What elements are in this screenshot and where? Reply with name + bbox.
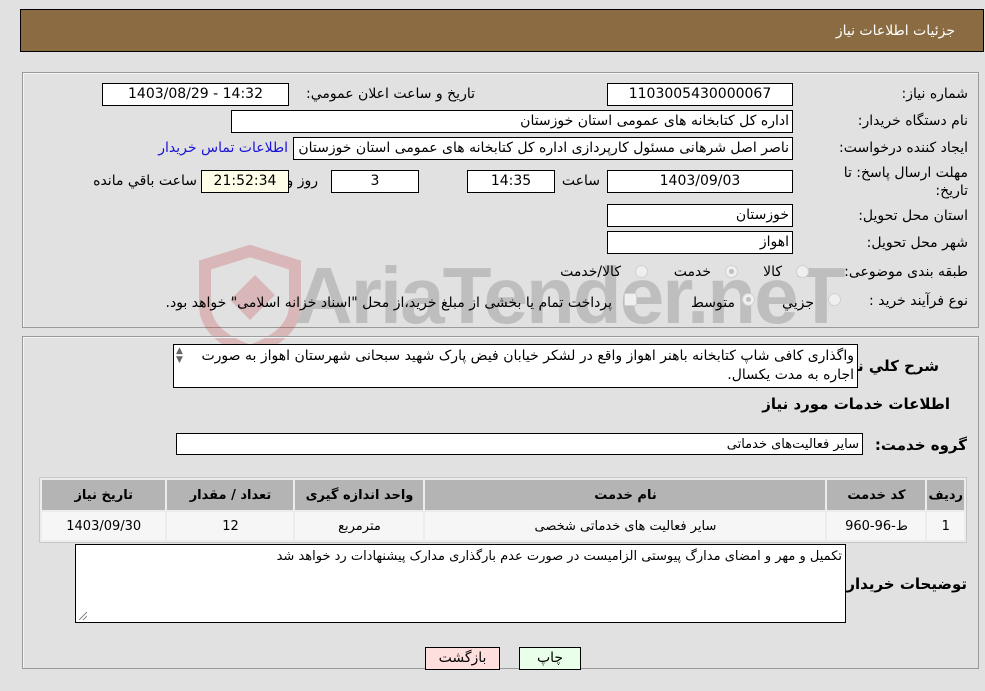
print-button[interactable]: چاپ <box>519 647 581 670</box>
cell-service-code: ط-96-960 <box>827 512 926 540</box>
buyer-notes-label: توضیحات خریدار: <box>840 575 967 593</box>
table-row: 1 ط-96-960 سایر فعالیت های خدماتی شخصی م… <box>42 512 964 540</box>
buyer-notes-text: تکمیل و مهر و امضای مدارگ پیوستی الزامیس… <box>276 549 842 564</box>
resize-handle-icon[interactable] <box>79 612 87 620</box>
cell-row-number: 1 <box>927 512 964 540</box>
deadline-time-label: ساعت <box>561 173 600 189</box>
need-number-field: 1103005430000067 <box>607 83 793 106</box>
category-radio-service[interactable] <box>725 265 738 278</box>
city-label: شهر محل تحویل: <box>866 235 968 251</box>
city-field: اهواز <box>607 231 793 254</box>
remaining-time-field: 21:52:34 <box>201 170 289 193</box>
back-button[interactable]: بازگشت <box>425 647 500 670</box>
category-label: طبقه بندی موضوعی: <box>844 264 968 280</box>
col-header-row-number: ردیف <box>927 480 964 510</box>
col-header-service-name: نام خدمت <box>425 480 826 510</box>
requester-field: ناصر اصل شرهانی مسئول کارپردازی اداره کل… <box>293 137 793 160</box>
service-group-field: سایر فعالیت‌های خدماتی <box>176 433 863 455</box>
buyer-notes-textarea[interactable]: تکمیل و مهر و امضای مدارگ پیوستی الزامیس… <box>75 544 846 623</box>
requester-label: ایجاد کننده درخواست: <box>839 140 968 156</box>
services-table: ردیف کد خدمت نام خدمت واحد اندازه گیری ت… <box>39 477 967 543</box>
remaining-label: ساعت باقي مانده <box>93 173 197 189</box>
cell-unit: مترمربع <box>295 512 424 540</box>
textarea-scroll-arrows[interactable]: ▲ ▼ <box>176 347 183 365</box>
category-option-goods-service: کالا/خدمت <box>560 264 621 280</box>
col-header-service-code: کد خدمت <box>827 480 926 510</box>
category-radio-goods[interactable] <box>796 265 809 278</box>
announce-datetime-field: 1403/08/29 - 14:32 <box>102 83 289 106</box>
buyer-org-label: نام دستگاه خریدار: <box>857 113 968 129</box>
treasury-note: پرداخت تمام یا بخشی از مبلغ خرید،از محل … <box>165 295 612 311</box>
province-label: استان محل تحویل: <box>858 208 968 224</box>
purchase-type-label: نوع فرآیند خرید : <box>869 293 968 309</box>
deadline-label: مهلت ارسال پاسخ: تا تاریخ: <box>843 165 968 199</box>
province-field: خوزستان <box>607 204 793 227</box>
deadline-days-field: 3 <box>331 170 419 193</box>
need-number-label: شماره نیاز: <box>901 86 969 102</box>
category-option-service: خدمت <box>673 264 711 280</box>
purchase-option-minor: جزيي <box>782 295 814 311</box>
page-title: جزئیات اطلاعات نیاز <box>835 23 955 39</box>
days-label: روز و <box>286 173 319 189</box>
services-section-title: اطلاعات خدمات مورد نیاز <box>762 395 950 413</box>
description-text: واگذاری کافی شاپ کتابخانه باهنر اهواز وا… <box>201 348 854 383</box>
col-header-unit: واحد اندازه گیری <box>295 480 424 510</box>
treasury-checkbox[interactable] <box>624 293 637 306</box>
col-header-quantity: تعداد / مقدار <box>167 480 294 510</box>
buyer-contact-link[interactable]: اطلاعات تماس خریدار <box>158 140 288 156</box>
table-header-row: ردیف کد خدمت نام خدمت واحد اندازه گیری ت… <box>42 480 964 510</box>
buyer-org-field: اداره کل کتابخانه های عمومی استان خوزستا… <box>231 110 793 133</box>
cell-service-name: سایر فعالیت های خدماتی شخصی <box>425 512 826 540</box>
announce-datetime-label: تاریخ و ساعت اعلان عمومي: <box>306 86 475 102</box>
category-radio-goods-service[interactable] <box>635 265 648 278</box>
description-textarea[interactable]: واگذاری کافی شاپ کتابخانه باهنر اهواز وا… <box>173 344 858 388</box>
purchase-radio-minor[interactable] <box>828 293 841 306</box>
service-group-label: گروه خدمت: <box>874 436 967 454</box>
deadline-time-field: 14:35 <box>467 170 555 193</box>
cell-quantity: 12 <box>167 512 294 540</box>
col-header-need-date: تاریخ نیاز <box>42 480 166 510</box>
cell-need-date: 1403/09/30 <box>42 512 166 540</box>
purchase-radio-medium[interactable] <box>742 293 755 306</box>
category-option-goods: کالا <box>763 264 782 280</box>
page-header: جزئیات اطلاعات نیاز <box>20 9 984 52</box>
purchase-option-medium: متوسط <box>691 295 735 311</box>
deadline-date-field: 1403/09/03 <box>607 170 793 193</box>
